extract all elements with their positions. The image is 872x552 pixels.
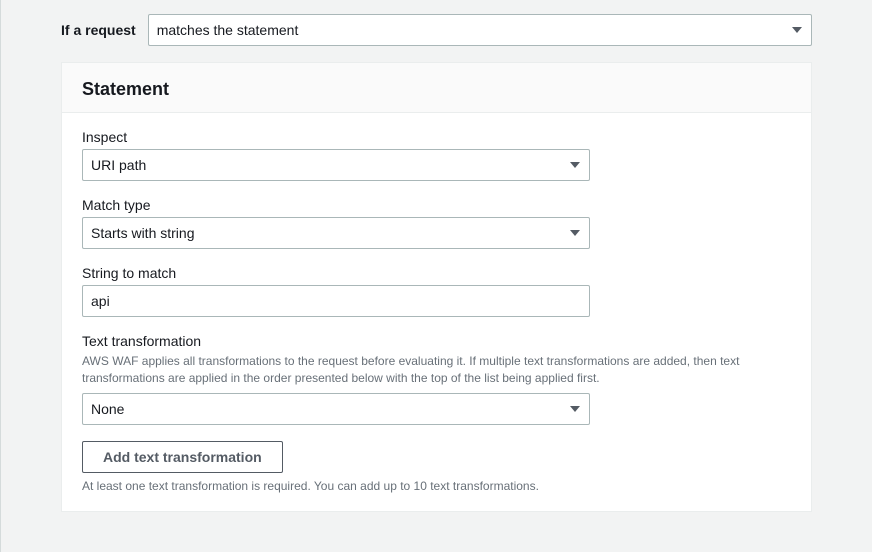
- match-type-select[interactable]: Starts with string: [82, 217, 590, 249]
- statement-panel-body: Inspect URI path Match type Starts with …: [62, 113, 811, 511]
- add-transformation-section: Add text transformation At least one tex…: [82, 441, 791, 493]
- match-type-label: Match type: [82, 197, 791, 213]
- text-transformation-field: Text transformation AWS WAF applies all …: [82, 333, 791, 425]
- add-text-transformation-button[interactable]: Add text transformation: [82, 441, 283, 473]
- match-type-field: Match type Starts with string: [82, 197, 791, 249]
- statement-panel: Statement Inspect URI path Match type St…: [61, 62, 812, 512]
- inspect-select[interactable]: URI path: [82, 149, 590, 181]
- match-type-select-wrap: Starts with string: [82, 217, 590, 249]
- text-transformation-select-wrap: None: [82, 393, 590, 425]
- add-transformation-hint: At least one text transformation is requ…: [82, 479, 791, 493]
- string-to-match-label: String to match: [82, 265, 791, 281]
- text-transformation-select[interactable]: None: [82, 393, 590, 425]
- condition-row: If a request matches the statement: [61, 14, 812, 46]
- text-transformation-description: AWS WAF applies all transformations to t…: [82, 353, 791, 387]
- string-to-match-input-wrap: [82, 285, 590, 317]
- condition-label: If a request: [61, 22, 136, 38]
- string-to-match-input[interactable]: [82, 285, 590, 317]
- string-to-match-field: String to match: [82, 265, 791, 317]
- inspect-field: Inspect URI path: [82, 129, 791, 181]
- condition-select[interactable]: matches the statement: [148, 14, 812, 46]
- inspect-select-wrap: URI path: [82, 149, 590, 181]
- statement-panel-header: Statement: [62, 63, 811, 113]
- condition-select-wrap: matches the statement: [148, 14, 812, 46]
- rule-condition-container: If a request matches the statement State…: [0, 0, 872, 552]
- inspect-label: Inspect: [82, 129, 791, 145]
- text-transformation-label: Text transformation: [82, 333, 791, 349]
- panel-title: Statement: [82, 79, 791, 100]
